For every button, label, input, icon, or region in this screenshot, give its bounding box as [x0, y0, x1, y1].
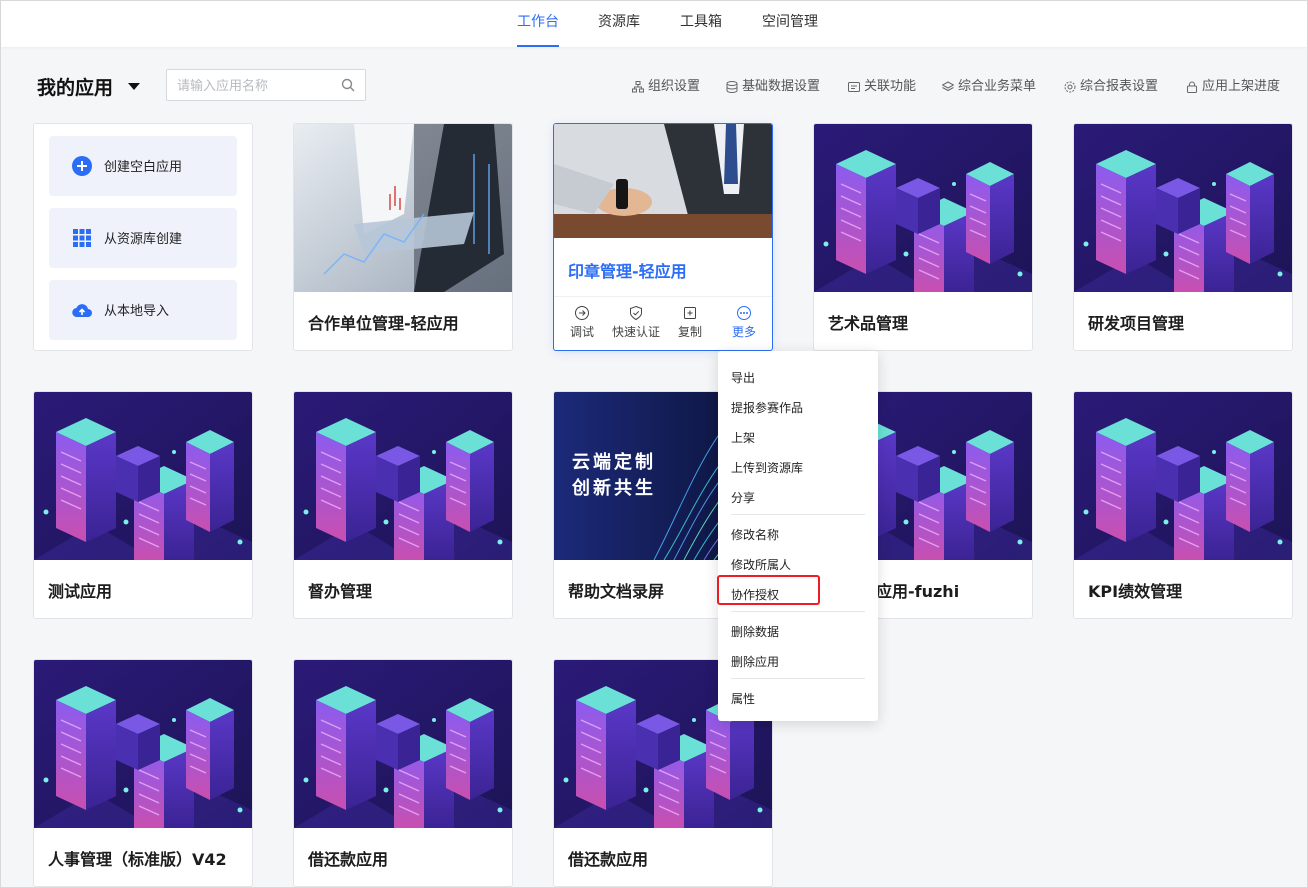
create-from-library-button[interactable]: 从资源库创建	[49, 208, 237, 268]
app-name: 督办管理	[308, 582, 373, 601]
create-blank-app-button[interactable]: 创建空白应用	[49, 136, 237, 196]
copy-icon	[684, 307, 696, 319]
app-name: 艺术品管理	[828, 314, 909, 333]
app-card[interactable]: KPI绩效管理	[1073, 391, 1293, 619]
search-box	[166, 69, 366, 101]
menu-item-delete-app[interactable]: 删除应用	[731, 653, 779, 670]
plus-circle-icon	[72, 156, 92, 176]
app-card[interactable]: 研发项目管理	[1073, 123, 1293, 351]
tool-basic-data[interactable]: 基础数据设置	[726, 77, 820, 97]
debug-icon	[575, 306, 589, 320]
app-name: 测试应用	[48, 582, 113, 601]
menu-item-upload-library[interactable]: 上传到资源库	[731, 459, 803, 476]
banner-line-2: 创新共生	[572, 478, 656, 499]
tool-business-menu[interactable]: 综合业务菜单	[942, 77, 1036, 97]
menu-item-change-owner[interactable]: 修改所属人	[731, 556, 791, 573]
org-icon	[632, 81, 644, 93]
more-menu: 导出 提报参赛作品 上架 上传到资源库 分享 修改名称 修改所属人 协作授权 删…	[718, 351, 878, 721]
app-thumbnail	[294, 392, 512, 560]
menu-item-export[interactable]: 导出	[731, 369, 755, 386]
app-thumbnail	[1074, 124, 1292, 292]
tool-label: 综合报表设置	[1080, 79, 1159, 94]
more-label: 更多	[731, 325, 756, 339]
lock-icon	[1187, 81, 1197, 93]
tool-report-settings[interactable]: 综合报表设置	[1064, 77, 1158, 97]
app-card[interactable]: 借还款应用	[293, 659, 513, 887]
tool-label: 基础数据设置	[742, 79, 821, 94]
link-icon	[848, 82, 860, 92]
app-name: 研发项目管理	[1088, 314, 1185, 333]
search-icon[interactable]	[341, 78, 355, 92]
banner-line-1: 云端定制	[572, 452, 656, 473]
app-thumbnail	[554, 124, 772, 238]
app-card[interactable]: 合作单位管理-轻应用	[293, 123, 513, 351]
shield-check-icon	[630, 305, 642, 321]
app-card[interactable]: 督办管理	[293, 391, 513, 619]
app-thumbnail	[294, 660, 512, 828]
cloud-upload-icon	[72, 304, 92, 318]
tool-label: 综合业务菜单	[958, 79, 1037, 94]
app-name: 借还款应用	[568, 850, 649, 869]
tool-label: 应用上架进度	[1202, 79, 1281, 94]
layers-icon	[942, 81, 954, 92]
app-thumbnail	[294, 124, 512, 292]
app-name: 应用-fuzhi	[876, 582, 960, 601]
menu-item-properties[interactable]: 属性	[731, 690, 755, 707]
search-input[interactable]	[177, 76, 337, 96]
menu-divider	[731, 514, 865, 515]
tab-workbench[interactable]: 工作台	[517, 1, 559, 47]
copy-label: 复制	[677, 325, 702, 339]
menu-item-publish[interactable]: 上架	[731, 429, 755, 446]
more-icon	[737, 306, 751, 320]
quick-auth-button[interactable]: 快速认证	[610, 305, 662, 340]
app-thumbnail	[1074, 392, 1292, 560]
tab-space-management[interactable]: 空间管理	[762, 1, 818, 47]
app-name: 人事管理（标准版）V42	[48, 850, 227, 869]
app-thumbnail	[34, 392, 252, 560]
create-blank-label: 创建空白应用	[104, 160, 183, 175]
card-actions: 调试 快速认证 复制 更多	[554, 296, 772, 346]
tab-toolbox[interactable]: 工具箱	[680, 1, 722, 47]
more-button[interactable]: 更多	[718, 305, 770, 340]
top-nav: 工作台 资源库 工具箱 空间管理	[1, 1, 1307, 47]
highlight-box	[717, 575, 820, 605]
app-name: KPI绩效管理	[1088, 582, 1183, 601]
tab-resource-library[interactable]: 资源库	[598, 1, 640, 47]
app-thumbnail	[34, 660, 252, 828]
menu-divider	[731, 678, 865, 679]
menu-divider	[731, 611, 865, 612]
banner-text: 云端定制 创新共生	[572, 450, 656, 502]
copy-button[interactable]: 复制	[664, 305, 716, 340]
tool-org-settings[interactable]: 组织设置	[632, 77, 700, 97]
tool-listing-progress[interactable]: 应用上架进度	[1186, 77, 1280, 97]
menu-item-delete-data[interactable]: 删除数据	[731, 623, 779, 640]
app-name: 合作单位管理-轻应用	[308, 314, 459, 333]
app-card[interactable]: 人事管理（标准版）V42	[33, 659, 253, 887]
debug-button[interactable]: 调试	[556, 305, 608, 340]
tool-linked-functions[interactable]: 关联功能	[848, 77, 916, 97]
caret-down-icon[interactable]	[128, 83, 140, 90]
app-card-hovered[interactable]: 印章管理-轻应用 调试 快速认证 复制 更多	[553, 123, 773, 351]
app-name: 借还款应用	[308, 850, 389, 869]
gear-icon	[1064, 81, 1076, 93]
quick-auth-label: 快速认证	[611, 325, 660, 339]
app-name: 帮助文档录屏	[568, 582, 665, 601]
app-thumbnail	[814, 124, 1032, 292]
database-icon	[726, 81, 738, 93]
import-local-label: 从本地导入	[104, 304, 170, 319]
import-local-button[interactable]: 从本地导入	[49, 280, 237, 340]
menu-item-rename[interactable]: 修改名称	[731, 526, 779, 543]
create-from-library-label: 从资源库创建	[104, 232, 183, 247]
create-app-panel: 创建空白应用 从资源库创建 从本地导入	[33, 123, 253, 351]
grid-icon	[73, 229, 91, 247]
app-name: 印章管理-轻应用	[568, 262, 687, 281]
debug-label: 调试	[569, 325, 594, 339]
app-card[interactable]: 测试应用	[33, 391, 253, 619]
app-card[interactable]: 艺术品管理	[813, 123, 1033, 351]
page-title[interactable]: 我的应用	[37, 73, 113, 100]
menu-item-share[interactable]: 分享	[731, 489, 755, 506]
menu-item-submit-entry[interactable]: 提报参赛作品	[731, 399, 803, 416]
